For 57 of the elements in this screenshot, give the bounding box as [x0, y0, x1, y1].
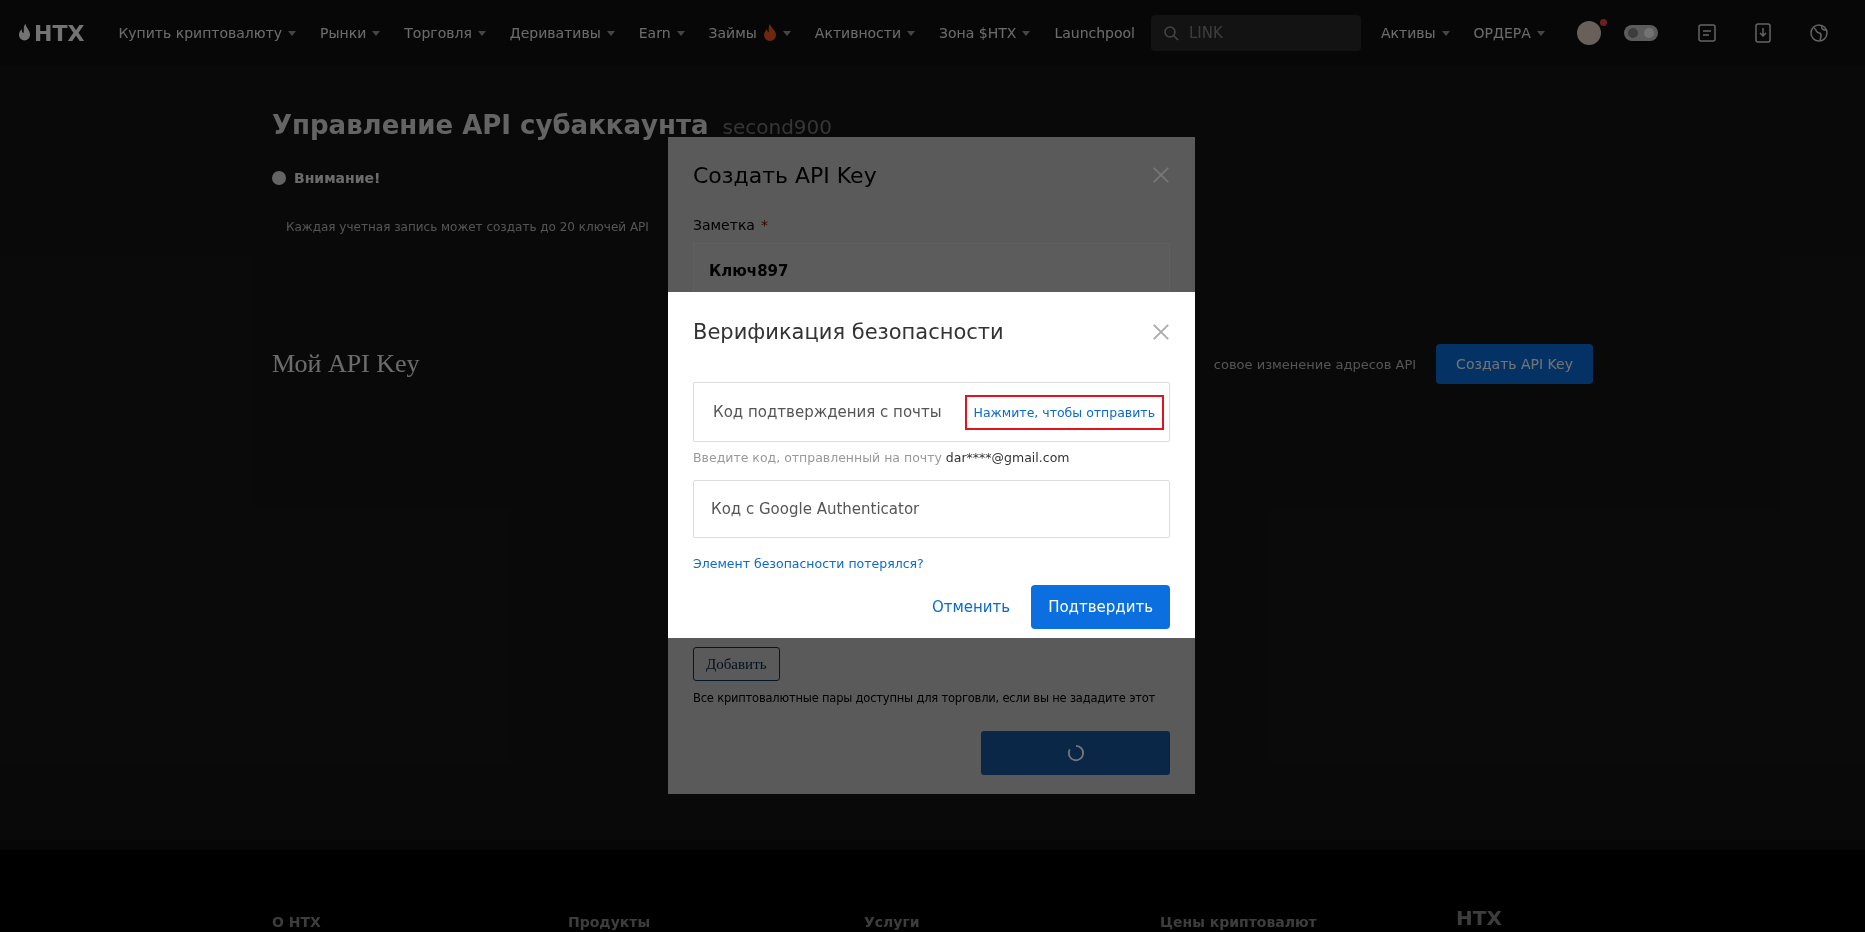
email-hint-text: Введите код, отправленный на почту dar****@gmail.com — [693, 450, 1071, 465]
flame-logo-icon — [18, 23, 31, 43]
caret-icon — [288, 30, 297, 36]
caret-icon — [1536, 30, 1545, 36]
lost-security-link[interactable]: Элемент безопасности потерялся? — [693, 556, 924, 571]
caret-icon — [1441, 30, 1450, 36]
caret-icon — [782, 30, 791, 36]
cancel-button[interactable]: Отменить — [925, 597, 1017, 617]
required-mark: * — [760, 217, 768, 233]
nav-menu-item[interactable]: Earn — [626, 24, 697, 42]
list-icon[interactable] — [1696, 23, 1717, 43]
send-code-link[interactable]: Нажмите, чтобы отправить — [964, 394, 1164, 430]
api-link[interactable]: совое изменение адресов API — [1213, 356, 1417, 372]
section-title: Мой API Key — [272, 349, 421, 379]
caret-icon — [372, 30, 381, 36]
toggle-icon[interactable] — [1622, 24, 1659, 42]
footer-heading: Цены криптовалют — [1160, 914, 1318, 930]
hint-text: Все криптовалютные пары доступны для торговли, если вы не зададите этот — [693, 691, 1156, 705]
footer-logo: HTX — [1456, 906, 1502, 930]
page-title: Управление API субаккаунта — [272, 110, 709, 140]
footer-heading: Продукты — [568, 914, 652, 930]
search-icon — [1163, 25, 1179, 41]
nav-menu-item[interactable]: Торговля — [392, 24, 498, 42]
fire-icon — [762, 24, 777, 42]
dialog-title: Верификация безопасности — [693, 320, 1004, 344]
nav-menu-item[interactable]: Активы — [1369, 25, 1462, 41]
add-button[interactable]: Добавить — [693, 647, 780, 681]
notice-text: Каждая учетная запись может создать до 20 ключей API — [286, 220, 649, 234]
nav-menu-item[interactable]: Деривативы — [497, 24, 627, 42]
logo-text: HTX — [34, 20, 85, 46]
caret-icon — [477, 30, 486, 36]
nav-menu-item[interactable]: Активности — [802, 24, 928, 42]
confirm-button[interactable]: Подтвердить — [1031, 585, 1170, 629]
avatar-icon[interactable] — [1576, 21, 1601, 45]
caret-icon — [1022, 30, 1031, 36]
close-icon[interactable] — [1152, 323, 1170, 341]
logo[interactable]: HTX — [18, 20, 85, 46]
loading-spinner-icon — [1066, 744, 1085, 762]
footer-heading: Услуги — [864, 914, 921, 930]
google-auth-code-field[interactable]: Код с Google Authenticator — [693, 480, 1170, 538]
field-label: Заметка — [693, 217, 755, 233]
nav-menu-item[interactable]: ОРДЕРА — [1461, 25, 1557, 41]
footer-heading: О HTX — [272, 914, 322, 930]
nav-menu-item[interactable]: Займы — [696, 24, 803, 42]
warning-icon — [272, 171, 286, 185]
download-icon[interactable] — [1752, 23, 1773, 43]
dialog-title: Создать API Key — [693, 162, 877, 188]
caret-icon — [606, 30, 615, 36]
globe-icon[interactable] — [1808, 23, 1829, 43]
nav-menu-item[interactable]: Зона $HTX — [927, 24, 1043, 42]
caret-icon — [907, 30, 916, 36]
notice-title: Внимание! — [294, 170, 381, 186]
caret-icon — [676, 30, 685, 36]
nav-menu-item[interactable]: Launchpool — [1042, 24, 1147, 42]
create-api-key-button[interactable]: Создать API Key — [1436, 344, 1593, 384]
nav-menu-item[interactable]: Купить криптовалюту — [106, 24, 309, 42]
nav-menu-item[interactable]: Рынки — [308, 24, 393, 42]
